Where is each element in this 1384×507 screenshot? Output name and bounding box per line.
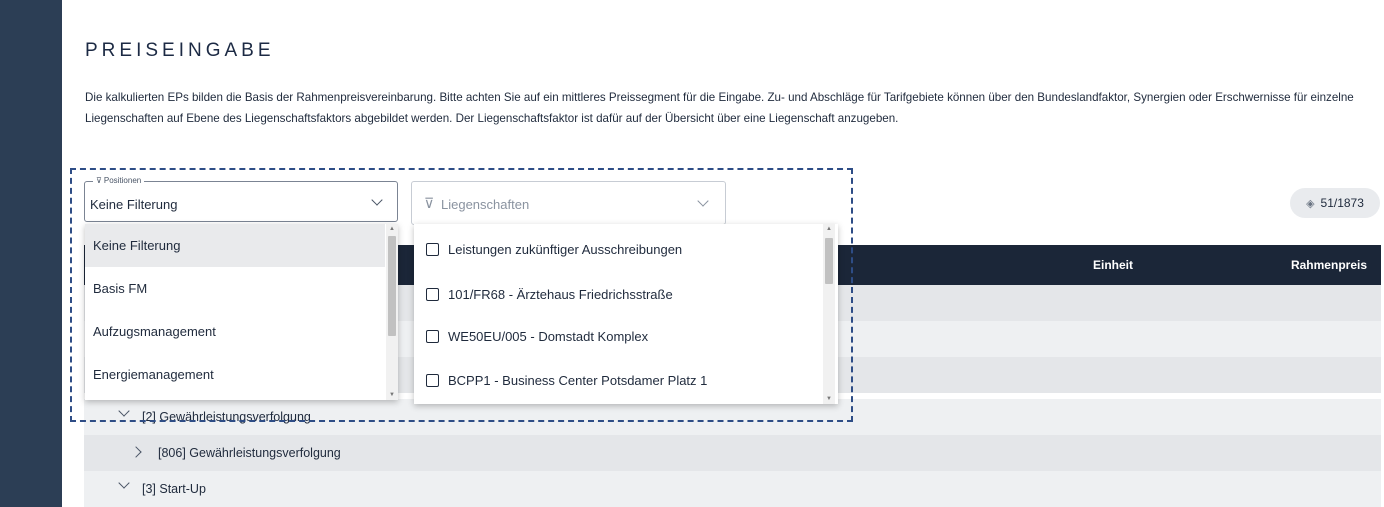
chevron-right-icon[interactable] xyxy=(130,446,142,458)
positionen-select[interactable]: ⊽ Positionen Keine Filterung xyxy=(84,176,398,222)
scrollbar[interactable]: ▲ ▼ xyxy=(823,224,835,404)
liegenschaften-dropdown[interactable]: Leistungen zukünftiger Ausschreibungen 1… xyxy=(414,224,838,404)
scroll-thumb[interactable] xyxy=(825,238,833,284)
scroll-up-icon[interactable]: ▲ xyxy=(826,226,832,232)
liegenschaften-select[interactable]: ⊽ Liegenschaften xyxy=(411,181,726,225)
row-label: [806] Gewährleistungsverfolgung xyxy=(158,446,341,460)
filter-icon: ⊽ xyxy=(424,195,435,211)
scroll-thumb[interactable] xyxy=(388,236,396,336)
checkbox[interactable] xyxy=(426,242,439,256)
checkbox[interactable] xyxy=(426,287,439,301)
option-liegenschaft[interactable]: Leistungen zukünftiger Ausschreibungen xyxy=(426,229,682,269)
chevron-down-icon[interactable] xyxy=(118,477,130,489)
table-row[interactable]: [3] Start-Up xyxy=(84,471,1381,507)
positionen-label: ⊽ Positionen xyxy=(93,176,145,186)
liegenschaften-placeholder: Liegenschaften xyxy=(441,197,530,212)
column-einheit: Einheit xyxy=(1093,258,1134,272)
chevron-down-icon[interactable] xyxy=(697,195,709,207)
option-aufzugsmanagement[interactable]: Aufzugsmanagement xyxy=(85,310,385,353)
option-keine-filterung[interactable]: Keine Filterung xyxy=(85,224,385,267)
intro-text: Die kalkulierten EPs bilden die Basis de… xyxy=(85,91,1354,125)
checkbox[interactable] xyxy=(426,373,439,387)
scroll-down-icon[interactable]: ▼ xyxy=(389,392,395,398)
scrollbar[interactable]: ▲ ▼ xyxy=(386,224,398,400)
checkbox[interactable] xyxy=(426,329,439,343)
positionen-value: Keine Filterung xyxy=(90,197,178,212)
count-badge: ◈ 51/1873 xyxy=(1290,188,1380,218)
column-rahmenpreis: Rahmenpreis xyxy=(1290,258,1367,272)
positionen-dropdown[interactable]: Keine Filterung Basis FM Aufzugsmanageme… xyxy=(85,224,398,400)
scroll-down-icon[interactable]: ▼ xyxy=(826,396,832,402)
option-basis-fm[interactable]: Basis FM xyxy=(85,267,385,310)
option-liegenschaft[interactable]: WE50EU/005 - Domstadt Komplex xyxy=(426,316,648,356)
option-liegenschaft[interactable]: BCPP1 - Business Center Potsdamer Platz … xyxy=(426,360,707,400)
option-energiemanagement[interactable]: Energiemanagement xyxy=(85,353,385,396)
filter-icon: ⊽ xyxy=(96,176,102,185)
sidebar xyxy=(0,0,62,507)
option-liegenschaft[interactable]: 101/FR68 - Ärztehaus Friedrichsstraße xyxy=(426,274,673,314)
scroll-up-icon[interactable]: ▲ xyxy=(389,226,395,232)
page-title: PREISEINGABE xyxy=(85,40,275,61)
diamond-icon: ◈ xyxy=(1306,197,1315,210)
chevron-down-icon[interactable] xyxy=(371,194,383,206)
row-label: [3] Start-Up xyxy=(142,482,206,496)
table-row[interactable]: [806] Gewährleistungsverfolgung xyxy=(84,435,1381,471)
